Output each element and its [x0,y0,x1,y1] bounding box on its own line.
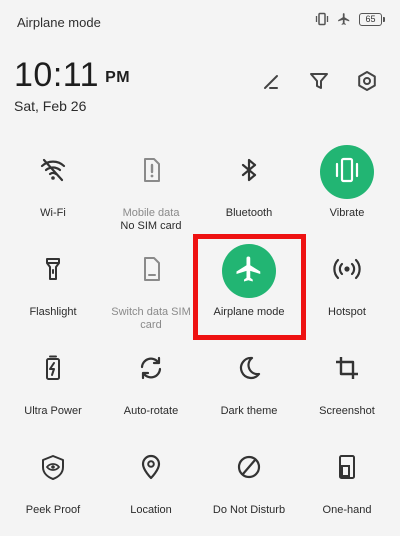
tile-ultra-power[interactable]: Ultra Power [3,343,103,418]
tile-airplane-mode-circle [222,244,276,298]
eye-shield-icon [39,453,67,486]
tile-airplane-mode[interactable]: Airplane mode [199,244,299,319]
tile-switch-sim[interactable]: Switch data SIM card [101,244,201,332]
tile-vibrate-circle [320,145,374,199]
sim-alert-icon [137,156,165,189]
tile-dark-theme[interactable]: Dark theme [199,343,299,418]
tile-flashlight[interactable]: Flashlight [3,244,103,319]
tile-do-not-disturb-circle [222,442,276,496]
edit-icon [260,70,282,97]
tile-switch-sim-label: Switch data SIM card [111,306,191,331]
tile-one-hand-label: One-hand [322,504,372,516]
battery-icon: 65 [359,12,385,26]
tile-bluetooth[interactable]: Bluetooth [199,145,299,220]
vibrate-icon [315,12,329,26]
vibrate-icon [332,155,362,190]
sim-icon [137,255,165,288]
hotspot-icon [331,255,363,288]
airplane-icon [337,12,351,26]
tile-do-not-disturb[interactable]: Do Not Disturb [199,442,299,517]
tile-mobile-data-label: Mobile data [122,207,180,219]
tile-mobile-data[interactable]: Mobile data No SIM card [101,145,201,233]
tile-auto-rotate-circle [124,343,178,397]
tile-peek-proof-circle [26,442,80,496]
tile-screenshot[interactable]: Screenshot [297,343,397,418]
tile-ultra-power-label: Ultra Power [24,405,82,417]
airplane-icon [234,254,264,289]
status-icons: 65 [315,12,385,26]
tile-wifi-label: Wi-Fi [40,207,66,219]
battery-bolt-icon [39,354,67,387]
tile-location-label: Location [130,504,172,516]
filter-button[interactable] [306,70,332,96]
bluetooth-icon [235,156,263,189]
settings-icon [356,70,378,97]
tile-wifi-circle [26,145,80,199]
tile-peek-proof[interactable]: Peek Proof [3,442,103,517]
tile-one-hand-circle [320,442,374,496]
tile-screenshot-label: Screenshot [319,405,375,417]
tile-airplane-mode-label: Airplane mode [213,306,285,318]
date-label: Sat, Feb 26 [14,98,87,114]
tile-vibrate[interactable]: Vibrate [297,145,397,220]
tile-mobile-data-circle [124,145,178,199]
clock-time: 10:11 [14,56,100,94]
filter-icon [308,70,330,97]
tile-screenshot-circle [320,343,374,397]
one-hand-icon [333,453,361,486]
tile-bluetooth-circle [222,145,276,199]
tile-bluetooth-label: Bluetooth [225,207,273,219]
tile-hotspot-circle [320,244,374,298]
location-icon [137,453,165,486]
tile-switch-sim-circle [124,244,178,298]
settings-button[interactable] [354,70,380,96]
tile-hotspot-label: Hotspot [328,306,366,318]
clock: 10:11 PM [14,56,130,95]
tile-flashlight-label: Flashlight [29,306,77,318]
tile-mobile-data-sublabel: No SIM card [120,220,182,232]
tile-auto-rotate-label: Auto-rotate [123,405,179,417]
tile-vibrate-label: Vibrate [329,207,365,219]
tile-peek-proof-label: Peek Proof [25,504,81,516]
tile-location[interactable]: Location [101,442,201,517]
tile-flashlight-circle [26,244,80,298]
tile-wifi[interactable]: Wi-Fi [3,145,103,220]
wifi-off-icon [39,156,67,189]
header-actions [258,70,380,96]
moon-icon [235,354,263,387]
tile-location-circle [124,442,178,496]
tile-dark-theme-label: Dark theme [220,405,278,417]
crop-icon [333,354,361,387]
clock-ampm: PM [105,69,131,86]
rotate-icon [137,354,165,387]
tile-do-not-disturb-label: Do Not Disturb [212,504,286,516]
status-bar: Airplane mode 65 [0,0,400,40]
tile-ultra-power-circle [26,343,80,397]
status-title: Airplane mode [17,15,101,30]
flashlight-icon [39,255,67,288]
dnd-icon [235,453,263,486]
tile-one-hand[interactable]: One-hand [297,442,397,517]
tile-dark-theme-circle [222,343,276,397]
tile-auto-rotate[interactable]: Auto-rotate [101,343,201,418]
edit-button[interactable] [258,70,284,96]
tile-hotspot[interactable]: Hotspot [297,244,397,319]
